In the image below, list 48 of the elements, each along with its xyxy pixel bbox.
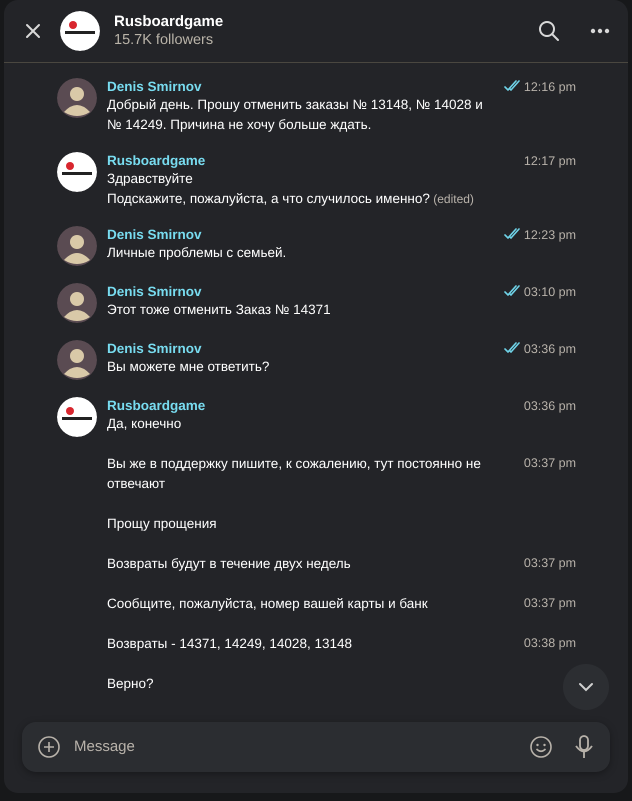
message-text: Верно? <box>107 675 154 693</box>
more-icon <box>590 27 610 35</box>
edited-label: (edited) <box>432 192 474 206</box>
message-text: Возвраты будут в течение двух недель <box>107 555 352 573</box>
logo-avatar <box>57 397 97 437</box>
sender-name: Rusboardgame <box>107 397 206 414</box>
message-time: 12:17 pm <box>524 153 576 170</box>
message-time: 03:38 pm <box>524 635 576 652</box>
message-text: Личные проблемы с семьей. <box>107 244 288 262</box>
message-text: Этот тоже отменить Заказ № 14371 <box>107 301 332 319</box>
microphone-icon <box>574 735 594 759</box>
user-avatar <box>57 283 97 323</box>
sender-name: Rusboardgame <box>107 152 206 169</box>
logo-avatar <box>57 152 97 192</box>
user-avatar <box>57 226 97 266</box>
message-text: Добрый день. Прошу отменить заказы № 13148, № 14028 и № 14249. Причина не хочу больше ждать. <box>107 96 484 134</box>
user-avatar <box>57 78 97 118</box>
message-text: Да, конечно <box>107 415 182 433</box>
scroll-down-button[interactable] <box>563 664 609 710</box>
chevron-down-icon <box>578 682 594 692</box>
message-time: 03:36 pm <box>524 398 576 415</box>
sender-name: Denis Smirnov <box>107 283 203 300</box>
message-time: 03:10 pm <box>524 284 576 301</box>
message-time: 12:23 pm <box>524 227 576 244</box>
logo-avatar <box>60 11 100 51</box>
message-text: Прощу прощения <box>107 515 218 533</box>
channel-title: Rusboardgame <box>114 13 224 31</box>
message-field[interactable]: Message <box>22 722 610 772</box>
message-text: Вы можете мне ответить? <box>107 358 270 376</box>
sender-name: Denis Smirnov <box>107 226 203 243</box>
emoji-icon <box>530 736 552 758</box>
message-time: 03:37 pm <box>524 595 576 612</box>
message-input[interactable]: Message <box>72 734 518 760</box>
message-time: 12:16 pm <box>524 79 576 96</box>
message-time: 03:37 pm <box>524 555 576 572</box>
search-icon <box>538 20 560 42</box>
follower-count: 15.7K followers <box>114 31 214 49</box>
sender-name: Denis Smirnov <box>107 78 203 95</box>
message-text: Возвраты - 14371, 14249, 14028, 13148 <box>107 635 353 653</box>
close-icon <box>24 22 42 40</box>
message-text: Сообщите, пожалуйста, номер вашей карты и банк <box>107 595 429 613</box>
message-text: Здравствуйте Подскажите, пожалуйста, а что случилось именно? (edited) <box>107 170 475 208</box>
message-time: 03:36 pm <box>524 341 576 358</box>
message-text: Вы же в поддержку пишите, к сожалению, тут постоянно не отвечают <box>107 455 482 493</box>
user-avatar <box>57 340 97 380</box>
message-time: 03:37 pm <box>524 455 576 472</box>
sender-name: Denis Smirnov <box>107 340 203 357</box>
add-icon <box>38 736 60 758</box>
